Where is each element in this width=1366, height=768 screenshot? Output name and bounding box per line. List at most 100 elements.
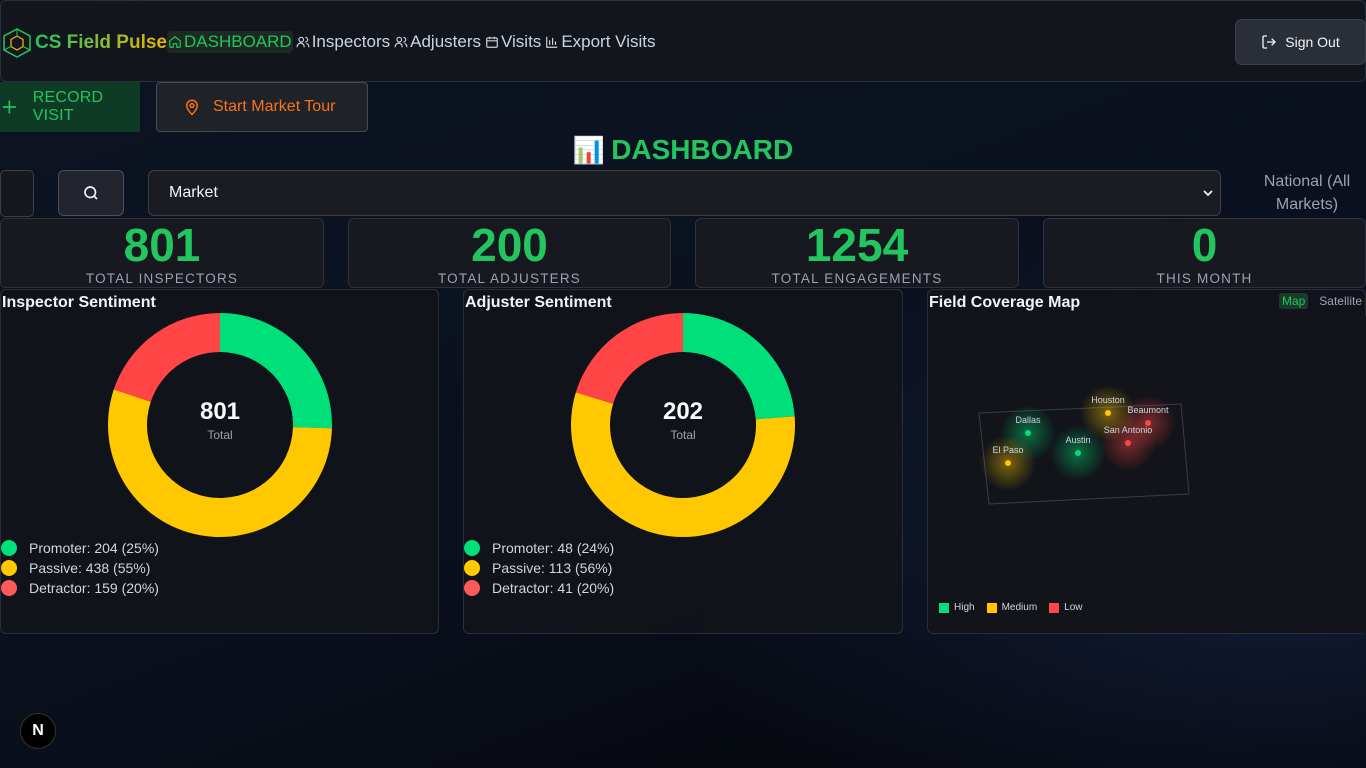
market-scope-label: National (All Markets) [1263,173,1351,213]
donut-total-value: 202 [662,398,704,425]
nav-export-visits-label: Export Visits [561,32,656,51]
search-button[interactable] [58,170,124,216]
satellite-view-button[interactable]: Satellite [1316,293,1365,309]
chart-emoji-icon: 📊 [572,135,606,165]
page-title-text: DASHBOARD [611,134,794,165]
donut-slice-detractor[interactable] [113,313,220,402]
map-marker-austin[interactable]: Austin [1050,425,1106,481]
record-visit-label: RECORD VISIT [32,89,104,124]
legend-item-passive: Passive: 438 (55%) [1,558,159,578]
map-marker-label: Austin [1065,435,1090,445]
nav-visits-label: Visits [501,32,542,51]
promoter-dot [464,540,480,556]
nav-dashboard[interactable]: DASHBOARD [167,31,293,53]
coverage-map-svg: Dallas Houston Beaumont Austin San Anton… [978,385,1190,505]
donut-slice-detractor[interactable] [575,313,683,404]
map-legend: High Medium Low [939,602,1083,613]
nav-inspectors[interactable]: Inspectors [295,31,391,53]
donut-center: 801 Total [107,398,333,442]
legend-item-detractor: Detractor: 41 (20%) [464,578,614,598]
passive-dot [1,560,17,576]
plus-icon [2,100,16,114]
logout-icon [1262,35,1277,49]
start-market-tour-button[interactable]: Start Market Tour [156,82,368,132]
map-legend-low: Low [1049,602,1083,613]
stat-card-this-month: 0 THIS MONTH [1043,218,1366,288]
sign-out-label: Sign Out [1285,34,1340,50]
users-icon [394,36,408,48]
nextjs-badge-icon[interactable]: N [20,713,56,749]
map-view-button[interactable]: Map [1278,293,1309,309]
chevron-down-icon [1203,190,1213,197]
filter-box[interactable] [0,170,34,217]
stat-value: 200 [471,219,548,271]
map-legend-label: Low [1064,602,1083,613]
home-icon [169,36,181,48]
inspector-sentiment-panel: Inspector Sentiment 801 Total Promoter: … [0,289,439,634]
stat-label: TOTAL INSPECTORS [85,271,239,286]
users-icon [296,36,310,48]
donut-total-label: Total [670,428,696,442]
map-marker-label: San Antonio [1104,425,1153,435]
inspector-legend: Promoter: 204 (25%) Passive: 438 (55%) D… [1,538,159,598]
calendar-icon [486,36,498,48]
legend-label: Promoter: 48 (24%) [492,540,615,556]
stat-card-engagements: 1254 TOTAL ENGAGEMENTS [695,218,1019,288]
page-title: 📊 DASHBOARD [0,134,1366,166]
logo-icon [3,28,31,58]
legend-item-passive: Passive: 113 (56%) [464,558,614,578]
panel-title: Field Coverage Map [929,294,1081,311]
market-select[interactable]: Market [148,170,1221,216]
nav-adjusters[interactable]: Adjusters [393,31,482,53]
map-legend-medium: Medium [986,602,1037,613]
inspector-donut: 801 Total [107,312,333,538]
brand-name: CS Field Pulse [35,32,167,53]
stat-value: 0 [1191,219,1218,271]
main-nav: DASHBOARD Inspectors Adjusters Visits Ex… [167,31,656,53]
legend-item-promoter: Promoter: 204 (25%) [1,538,159,558]
top-navbar: CS Field Pulse DASHBOARD Inspectors Adju… [0,0,1366,82]
detractor-dot [1,580,17,596]
stat-label: THIS MONTH [1156,271,1253,286]
legend-label: Promoter: 204 (25%) [29,540,159,556]
map-marker-label: Beaumont [1127,405,1169,415]
map-marker-san-antonio[interactable]: San Antonio [1100,415,1156,471]
map-marker-el-paso[interactable]: El Paso [980,435,1036,491]
legend-item-promoter: Promoter: 48 (24%) [464,538,614,558]
donut-total-value: 801 [199,398,241,425]
coverage-map[interactable]: Dallas Houston Beaumont Austin San Anton… [929,314,1366,633]
nav-visits[interactable]: Visits [484,31,542,53]
brand[interactable]: CS Field Pulse [1,27,167,59]
stat-label: TOTAL ADJUSTERS [437,271,582,286]
market-select-value: Market [169,184,218,201]
record-visit-button[interactable]: RECORD VISIT [0,82,140,132]
adjuster-donut: 202 Total [570,312,796,538]
map-pin-icon [185,99,199,116]
stat-label: TOTAL ENGAGEMENTS [771,271,943,286]
legend-label: Detractor: 159 (20%) [29,580,159,596]
start-market-tour-label: Start Market Tour [213,98,336,115]
sign-out-button[interactable]: Sign Out [1235,19,1366,65]
map-marker-label: Houston [1091,395,1125,405]
panel-title: Adjuster Sentiment [465,294,612,311]
search-icon [84,186,98,200]
stat-card-inspectors: 801 TOTAL INSPECTORS [0,218,324,288]
adjuster-legend: Promoter: 48 (24%) Passive: 113 (56%) De… [464,538,614,598]
passive-dot [464,560,480,576]
stat-value: 1254 [805,219,909,271]
legend-item-detractor: Detractor: 159 (20%) [1,578,159,598]
adjuster-sentiment-panel: Adjuster Sentiment 202 Total Promoter: 4… [463,289,903,634]
bar-chart-icon [546,36,558,48]
map-marker-label: El Paso [992,445,1023,455]
map-legend-high: High [939,602,975,613]
nav-export-visits[interactable]: Export Visits [544,31,656,53]
legend-label: Detractor: 41 (20%) [492,580,615,596]
field-coverage-map-panel: Field Coverage Map Map Satellite Dallas … [927,289,1366,634]
map-marker-label: Dallas [1015,415,1041,425]
nav-dashboard-label: DASHBOARD [184,32,292,51]
legend-label: Passive: 438 (55%) [29,560,151,576]
stat-value: 801 [123,219,201,271]
stat-card-adjusters: 200 TOTAL ADJUSTERS [348,218,671,288]
donut-center: 202 Total [570,398,796,442]
detractor-dot [464,580,480,596]
